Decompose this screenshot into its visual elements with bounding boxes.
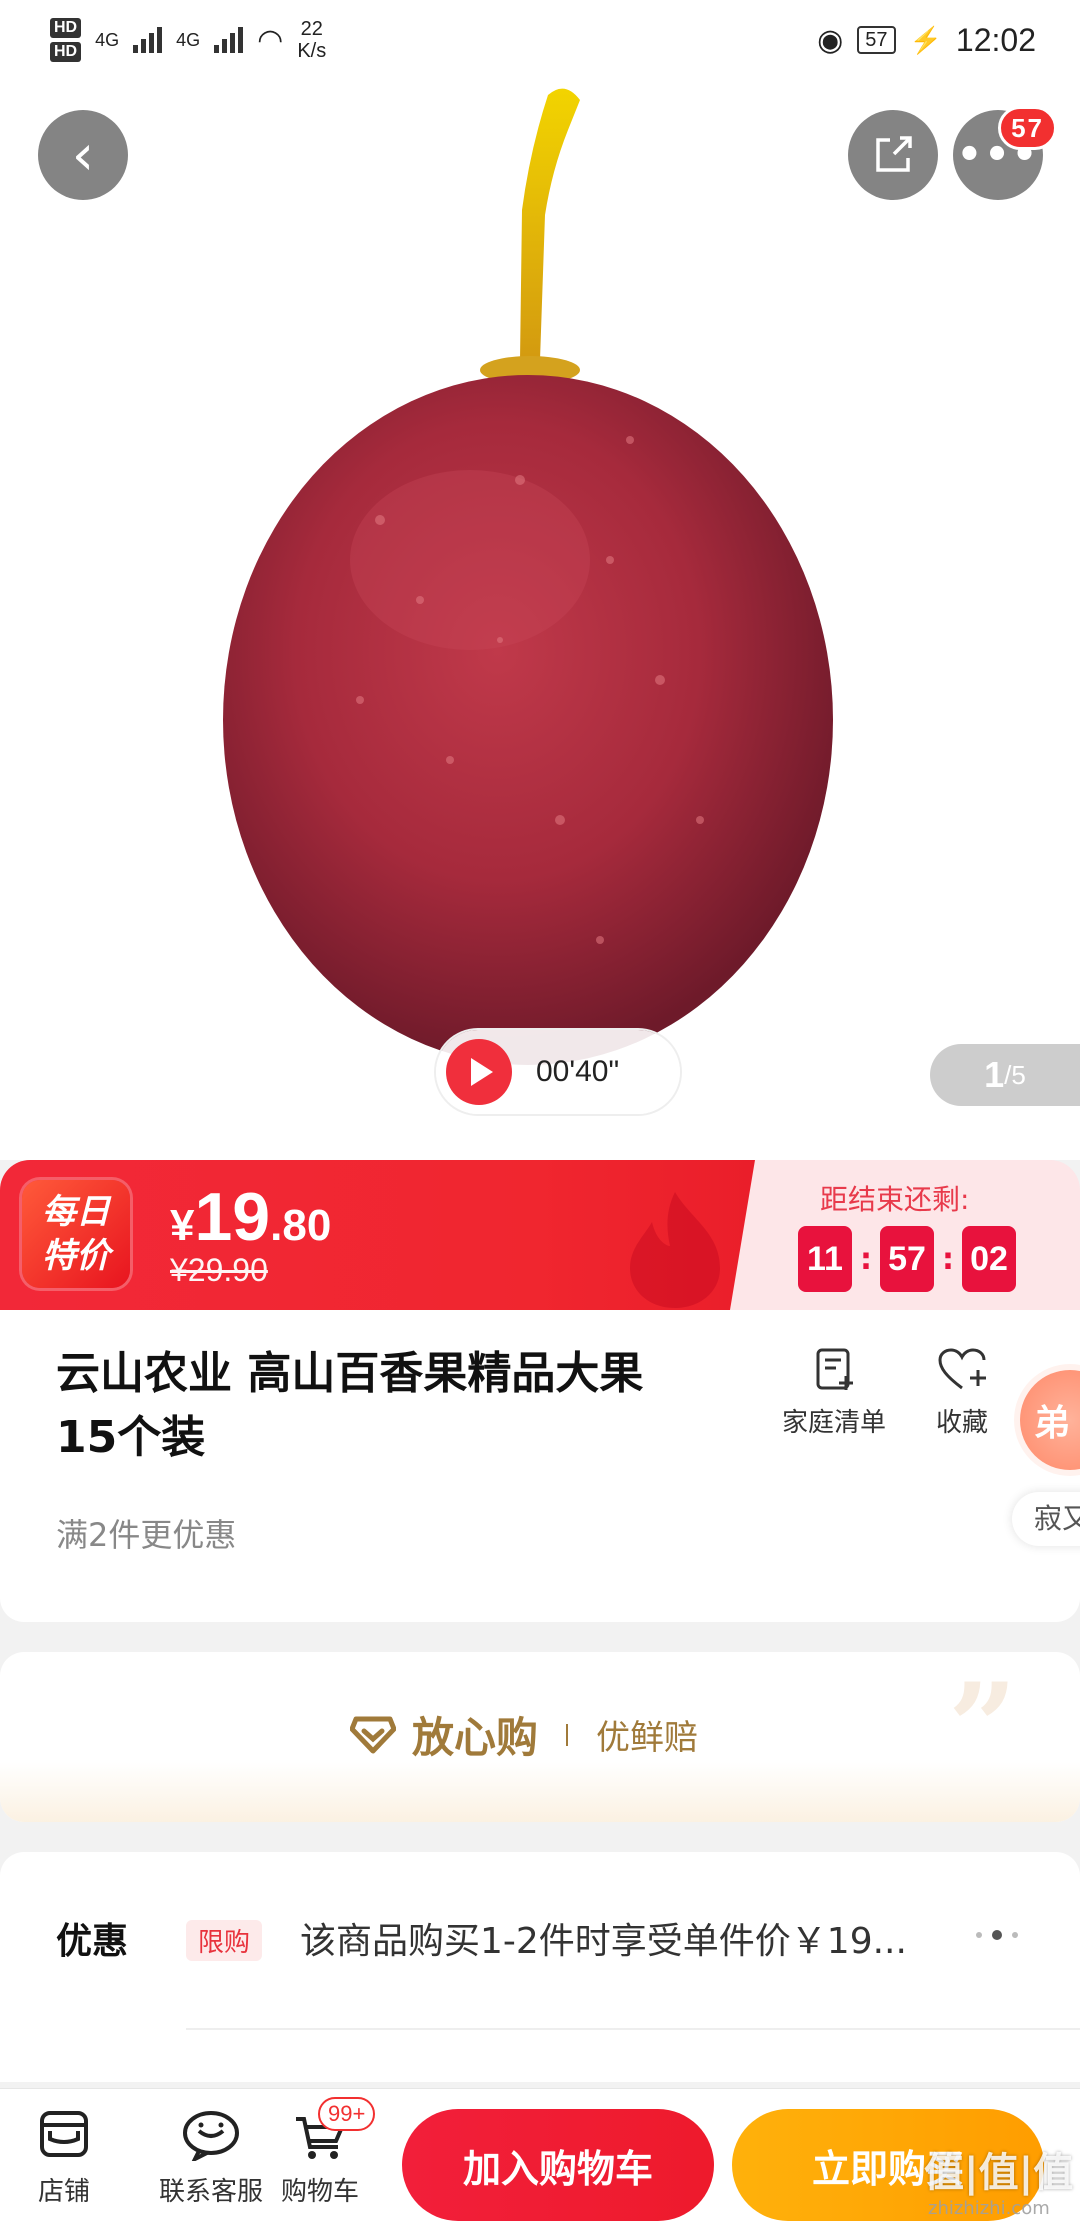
price-banner: 每日 特价 ¥19.80 ¥29.90 距结束还剩: 11 : 57 : 02 xyxy=(0,1160,1080,1310)
store-tab[interactable]: 店铺 xyxy=(24,2109,104,2208)
clock: 12:02 xyxy=(955,21,1036,58)
product-info-card: 云山农业 高山百香果精品大果 15个装 满2件更优惠 家庭清单 收藏 弟 寂又 xyxy=(0,1310,1080,1622)
status-bar: HD HD 4G 4G ◠ 22 K/s ◉ 57 ⚡ 12:02 xyxy=(0,0,1080,80)
family-list-button[interactable]: 家庭清单 xyxy=(782,1346,886,1439)
more-button[interactable]: ••• 57 xyxy=(953,106,1057,200)
customer-service-tab[interactable]: 联系客服 xyxy=(136,2109,286,2208)
favorite-button[interactable]: 收藏 xyxy=(936,1346,988,1439)
current-price: ¥19.80 xyxy=(170,1179,332,1255)
chat-icon xyxy=(183,2111,239,2161)
product-title: 云山农业 高山百香果精品大果 15个装 xyxy=(56,1348,644,1463)
back-button[interactable]: ‹ xyxy=(38,110,128,200)
original-price: ¥29.90 xyxy=(170,1252,268,1288)
signal-icon xyxy=(133,27,163,53)
site-watermark: 值|值|值 zhizhizhi.com xyxy=(924,2150,1074,2219)
heart-icon xyxy=(938,1348,986,1390)
countdown-timer: 11 : 57 : 02 xyxy=(798,1226,1016,1292)
signal-icon-2 xyxy=(214,27,244,53)
chevron-left-icon: ‹ xyxy=(71,122,95,188)
wifi-icon: ◠ xyxy=(257,23,284,57)
discount-section[interactable]: 优惠 限购 该商品购买1-2件时享受单件价￥19... xyxy=(0,1852,1080,2082)
network-type-2: 4G xyxy=(176,29,201,50)
floating-promo-avatar[interactable]: 弟 xyxy=(1020,1370,1080,1470)
quote-decoration: ” xyxy=(948,1657,1018,1798)
diamond-icon xyxy=(350,1716,396,1753)
assurance-banner[interactable]: ” 放心购 优鲜赔 xyxy=(0,1652,1080,1822)
video-play-button[interactable]: 00'40" xyxy=(436,1030,680,1114)
share-button[interactable] xyxy=(848,110,938,200)
divider xyxy=(186,2028,1080,2030)
discount-label: 优惠 xyxy=(56,1921,129,1962)
store-icon xyxy=(40,2111,88,2157)
list-add-icon xyxy=(816,1348,853,1390)
play-icon xyxy=(446,1039,512,1105)
network-type-1: 4G xyxy=(95,29,120,50)
battery-indicator: 57 xyxy=(857,26,896,54)
hd-indicator: HD HD xyxy=(50,18,82,62)
bottom-action-bar: 店铺 联系客服 购物车 99+ 加入购物车 立即购买 xyxy=(0,2088,1080,2240)
add-to-cart-button[interactable]: 加入购物车 xyxy=(402,2109,714,2221)
floating-promo-label[interactable]: 寂又 xyxy=(1012,1492,1080,1546)
countdown-seconds: 02 xyxy=(962,1226,1016,1292)
assurance-wave xyxy=(0,1762,1080,1822)
countdown-minutes: 57 xyxy=(880,1226,934,1292)
image-pager: 1/5 xyxy=(930,1044,1080,1106)
cart-count-badge: 99+ xyxy=(318,2097,376,2131)
cart-tab[interactable]: 购物车 99+ xyxy=(270,2097,376,2208)
product-gallery[interactable]: HD HD 4G 4G ◠ 22 K/s ◉ 57 ⚡ 12:02 ‹ ••• … xyxy=(0,0,1080,1160)
flame-icon xyxy=(630,1192,720,1308)
purchase-limit-tag: 限购 xyxy=(186,1920,263,1961)
daily-deal-tag: 每日 特价 xyxy=(22,1180,130,1288)
message-badge: 57 xyxy=(998,106,1057,150)
network-speed: 22 K/s xyxy=(297,18,327,62)
share-icon xyxy=(876,136,912,172)
more-options-icon[interactable] xyxy=(976,1930,1018,1940)
assurance-subtitle: 优鲜赔 xyxy=(596,1718,699,1758)
countdown-hours: 11 xyxy=(798,1226,852,1292)
discount-text: 该商品购买1-2件时享受单件价￥19... xyxy=(300,1921,907,1962)
countdown-label: 距结束还剩: xyxy=(820,1183,970,1216)
video-duration: 00'40" xyxy=(536,1055,620,1088)
assurance-title: 放心购 xyxy=(412,1713,539,1762)
countdown-separator: : xyxy=(942,1241,954,1277)
charging-icon: ⚡ xyxy=(909,24,942,55)
countdown-separator: : xyxy=(860,1241,872,1277)
divider xyxy=(566,1723,569,1746)
eye-icon: ◉ xyxy=(817,23,844,57)
multi-buy-promo[interactable]: 满2件更优惠 xyxy=(56,1510,236,1556)
